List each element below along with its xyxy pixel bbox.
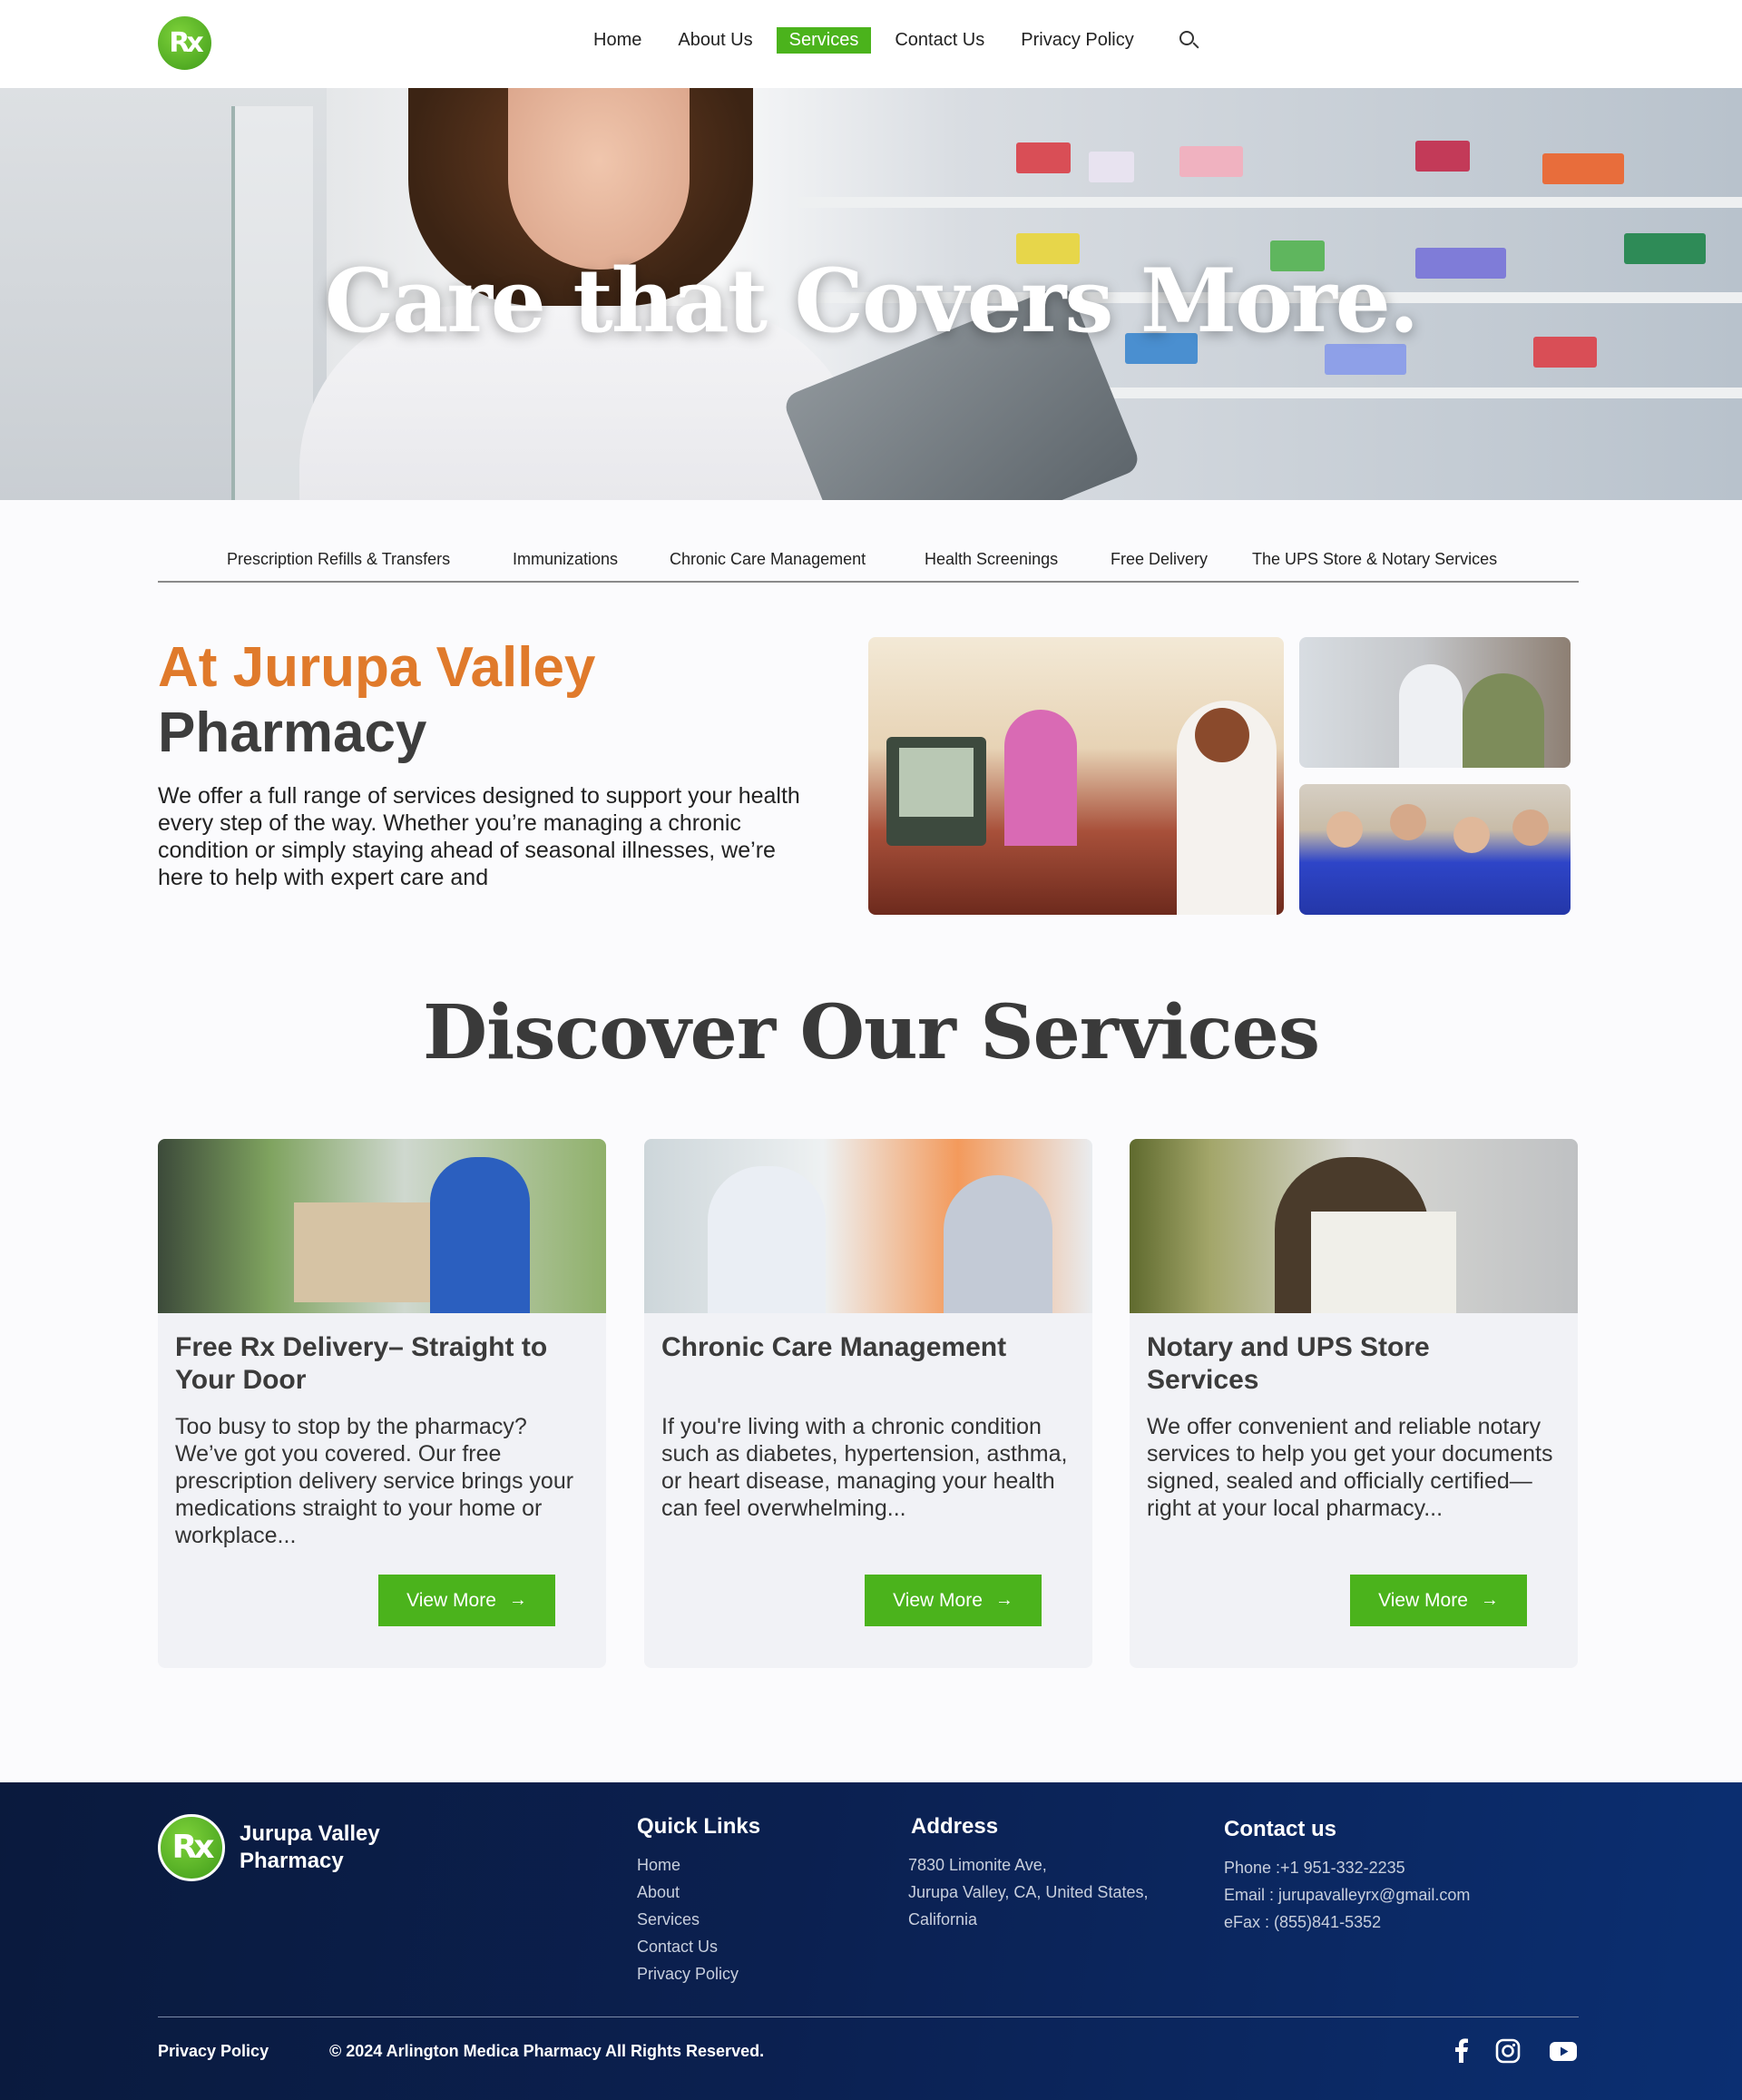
intro-heading-accent: At Jurupa Valley: [158, 636, 596, 699]
service-card-delivery: Free Rx Delivery– Straight to Your Door …: [158, 1139, 606, 1668]
footer-link-privacy-policy[interactable]: Privacy Policy: [637, 1960, 739, 1987]
address-list: 7830 Limonite Ave, Jurupa Valley, CA, Un…: [908, 1851, 1148, 1933]
hero-person-face: [508, 88, 690, 270]
footer-privacy-link[interactable]: Privacy Policy: [158, 2042, 269, 2061]
arrow-right-icon: →: [994, 1590, 1013, 1610]
view-more-label: View More: [1378, 1589, 1468, 1611]
quick-links-list: Home About Services Contact Us Privacy P…: [637, 1851, 739, 1987]
pharmacy-counter-photo: [868, 637, 1284, 915]
quick-links-title: Quick Links: [637, 1814, 761, 1839]
tab-immunizations[interactable]: Immunizations: [513, 550, 618, 569]
search-icon[interactable]: [1179, 30, 1199, 51]
view-more-label: View More: [406, 1589, 496, 1611]
contact-list: Phone :+1 951-332-2235 Email : jurupaval…: [1224, 1854, 1470, 1936]
contact-phone[interactable]: Phone :+1 951-332-2235: [1224, 1854, 1470, 1881]
rx-logo[interactable]: Rx: [158, 16, 211, 70]
view-more-label: View More: [893, 1589, 983, 1611]
card-title: Notary and UPS Store Services: [1147, 1332, 1430, 1395]
footer-link-services[interactable]: Services: [637, 1906, 739, 1933]
services-section-title: Discover Our Services: [422, 989, 1320, 1076]
address-title: Address: [911, 1814, 999, 1839]
footer-brand-line1: Jurupa Valley: [240, 1821, 380, 1846]
nav-home[interactable]: Home: [581, 27, 654, 54]
pharmacist-patient-photo: [1299, 637, 1571, 768]
footer-rx-logo-text: Rx: [171, 1829, 215, 1866]
tab-prescription-refills[interactable]: Prescription Refills & Transfers: [227, 550, 450, 569]
card-body: We offer convenient and reliable notary …: [1147, 1414, 1553, 1521]
view-more-button[interactable]: View More →: [865, 1575, 1042, 1626]
rx-logo-text: Rx: [169, 27, 203, 59]
facebook-icon[interactable]: [1449, 2038, 1474, 2064]
address-line: 7830 Limonite Ave,: [908, 1856, 1047, 1874]
footer-link-about[interactable]: About: [637, 1879, 739, 1906]
intro-heading: Pharmacy: [158, 702, 427, 764]
tab-free-delivery[interactable]: Free Delivery: [1111, 550, 1208, 569]
arrow-right-icon: →: [508, 1590, 527, 1610]
card-title: Chronic Care Management: [661, 1332, 1007, 1362]
chronic-care-photo: [644, 1139, 1092, 1313]
youtube-icon[interactable]: [1549, 2038, 1578, 2064]
hero-product: [1415, 141, 1470, 172]
card-title: Free Rx Delivery– Straight to Your Door: [175, 1332, 548, 1395]
address-line: California: [908, 1910, 978, 1928]
contact-title: Contact us: [1224, 1817, 1337, 1841]
nav-privacy-policy[interactable]: Privacy Policy: [1008, 27, 1146, 54]
tab-chronic-care[interactable]: Chronic Care Management: [670, 550, 866, 569]
contact-email[interactable]: Email : jurupavalleyrx@gmail.com: [1224, 1881, 1470, 1909]
delivery-photo: [158, 1139, 606, 1313]
nav-contact-us[interactable]: Contact Us: [882, 27, 997, 54]
pharmacy-team-photo: [1299, 784, 1571, 915]
card-body: If you're living with a chronic conditio…: [661, 1414, 1068, 1521]
service-card-chronic-care: Chronic Care Management If you're living…: [644, 1139, 1092, 1668]
site-header: Rx Home About Us Services Contact Us Pri…: [0, 0, 1742, 88]
address-line: Jurupa Valley, CA, United States,: [908, 1883, 1149, 1901]
footer-brand-line2: Pharmacy: [240, 1849, 344, 1873]
hero-product: [1179, 146, 1243, 177]
footer-link-home[interactable]: Home: [637, 1851, 739, 1879]
copyright-text: © 2024 Arlington Medica Pharmacy All Rig…: [329, 2042, 765, 2060]
hero-product: [1016, 142, 1071, 173]
view-more-button[interactable]: View More →: [1350, 1575, 1527, 1626]
contact-efax: eFax : (855)841-5352: [1224, 1913, 1382, 1931]
intro-body: We offer a full range of services design…: [158, 783, 800, 890]
nav-services[interactable]: Services: [776, 27, 872, 54]
tab-ups-notary[interactable]: The UPS Store & Notary Services: [1252, 550, 1497, 569]
footer-brand: Jurupa Valley Pharmacy: [240, 1820, 380, 1875]
hero-title: Care that Covers More.: [324, 250, 1420, 352]
hero-shelf: [798, 197, 1742, 208]
service-card-notary-ups: Notary and UPS Store Services We offer c…: [1130, 1139, 1578, 1668]
hero-banner: Care that Covers More.: [0, 88, 1742, 500]
footer-link-contact-us[interactable]: Contact Us: [637, 1933, 739, 1960]
notary-ups-photo: [1130, 1139, 1578, 1313]
card-body: Too busy to stop by the pharmacy? We’ve …: [175, 1414, 574, 1548]
nav-about-us[interactable]: About Us: [665, 27, 765, 54]
view-more-button[interactable]: View More →: [378, 1575, 555, 1626]
instagram-icon[interactable]: [1495, 2038, 1521, 2064]
tab-health-screenings[interactable]: Health Screenings: [925, 550, 1058, 569]
arrow-right-icon: →: [1480, 1590, 1499, 1610]
footer-rx-logo[interactable]: Rx: [158, 1814, 225, 1881]
hero-product: [1542, 153, 1624, 184]
service-tabs: Prescription Refills & Transfers Immuniz…: [158, 543, 1579, 583]
main-nav: Home About Us Services Contact Us Privac…: [581, 27, 1199, 54]
hero-product: [1089, 152, 1134, 182]
